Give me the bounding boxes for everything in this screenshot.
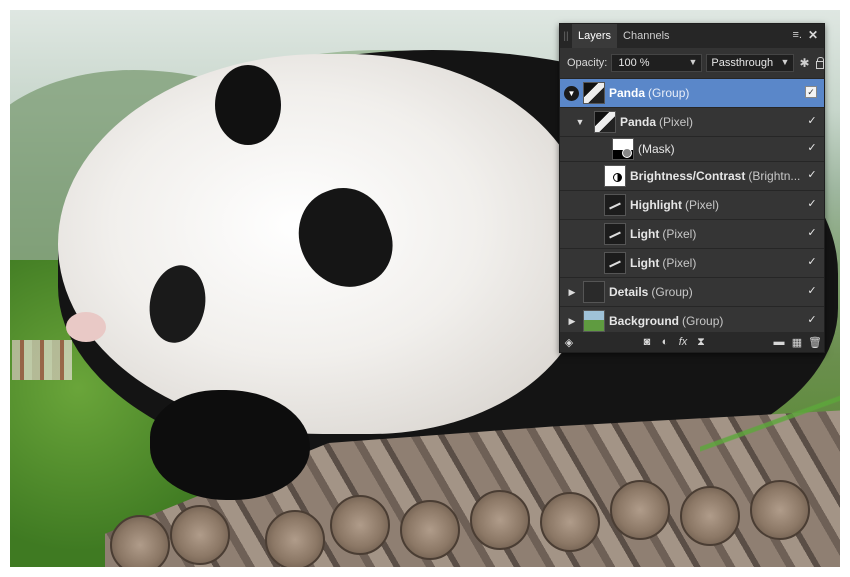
layers-stack-icon[interactable]: ◈ bbox=[560, 333, 578, 351]
layer-name: Panda bbox=[620, 115, 657, 129]
log-end bbox=[110, 515, 170, 567]
log-end bbox=[750, 480, 810, 540]
log-end bbox=[470, 490, 530, 550]
folder-icon[interactable]: ▬ bbox=[770, 333, 788, 351]
opacity-label: Opacity: bbox=[567, 57, 608, 69]
tab-channels[interactable]: Channels bbox=[617, 24, 675, 48]
grass-blade bbox=[700, 390, 840, 460]
layer-name: Light bbox=[630, 227, 660, 241]
log-end bbox=[400, 500, 460, 560]
panda-nose bbox=[66, 312, 106, 342]
opacity-row: Opacity: 100 % ▼ Passthrough ▼ ✱ bbox=[560, 48, 824, 79]
hourglass-icon[interactable]: ⧗ bbox=[692, 333, 710, 351]
drag-grip-icon[interactable]: || bbox=[560, 24, 572, 48]
visibility-checkbox[interactable]: ✓ bbox=[807, 315, 817, 326]
visibility-checkbox[interactable]: ✓ bbox=[807, 257, 817, 268]
layer-row-light[interactable]: Light (Pixel) ✓ bbox=[560, 220, 824, 249]
village-houses bbox=[12, 340, 72, 380]
fx-icon[interactable]: fx bbox=[674, 333, 692, 351]
adjustment-icon[interactable]: ◐ bbox=[656, 333, 674, 351]
layer-name: Details bbox=[609, 285, 649, 299]
layer-row-brightness-contrast[interactable]: Brightness/Contrast (Brightn... ✓ bbox=[560, 162, 824, 191]
layer-row-details-group[interactable]: ▶ Details (Group) ✓ bbox=[560, 278, 824, 307]
layer-type: (Pixel) bbox=[659, 115, 694, 129]
layers-panel: || Layers Channels ≡. ✕ Opacity: 100 % ▼… bbox=[559, 23, 825, 353]
layer-thumbnail bbox=[604, 194, 626, 216]
layer-type: (Group) bbox=[651, 285, 693, 299]
log-end bbox=[330, 495, 390, 555]
mask-icon[interactable]: ◙ bbox=[638, 333, 656, 351]
visibility-checkbox[interactable]: ✓ bbox=[807, 228, 817, 239]
layer-type: (Group) bbox=[682, 314, 724, 328]
chevron-right-icon[interactable]: ▶ bbox=[566, 287, 578, 298]
panel-header: || Layers Channels ≡. ✕ bbox=[560, 24, 824, 48]
layer-thumbnail bbox=[583, 281, 605, 303]
chevron-right-icon[interactable]: ▶ bbox=[566, 316, 578, 327]
log-end bbox=[540, 492, 600, 552]
layer-thumbnail bbox=[594, 111, 616, 133]
layer-thumbnail bbox=[604, 223, 626, 245]
blend-mode-select[interactable]: Passthrough ▼ bbox=[706, 54, 795, 72]
chevron-down-icon[interactable]: ▼ bbox=[574, 117, 586, 127]
visibility-checkbox[interactable]: ✓ bbox=[807, 116, 817, 127]
layer-row-highlight[interactable]: Highlight (Pixel) ✓ bbox=[560, 191, 824, 220]
visibility-checkbox[interactable]: ✓ bbox=[807, 143, 817, 154]
panel-footer: ◈ ◙ ◐ fx ⧗ ▬ ▦ 🗑 bbox=[560, 332, 824, 352]
layer-type: (Brightn... bbox=[748, 169, 801, 183]
visibility-checkbox[interactable]: ✓ bbox=[807, 170, 817, 181]
layer-name: Highlight bbox=[630, 198, 682, 212]
layer-row-mask[interactable]: (Mask) ✓ bbox=[560, 137, 824, 162]
layer-thumbnail bbox=[604, 165, 626, 187]
chevron-down-icon[interactable]: ▼ bbox=[688, 57, 697, 67]
opacity-value: 100 % bbox=[618, 57, 650, 69]
log-end bbox=[170, 505, 230, 565]
chevron-down-icon[interactable]: ▼ bbox=[781, 57, 790, 67]
lock-icon[interactable] bbox=[815, 57, 824, 69]
layer-name: Light bbox=[630, 256, 660, 270]
layer-row-panda-group[interactable]: ▼ Panda (Group) ✓ bbox=[560, 79, 824, 108]
layer-name: Background bbox=[609, 314, 680, 328]
layer-type: (Mask) bbox=[638, 142, 675, 156]
opacity-field[interactable]: 100 % ▼ bbox=[611, 54, 703, 72]
layer-type: (Pixel) bbox=[684, 198, 719, 212]
chevron-down-icon[interactable]: ▼ bbox=[564, 85, 579, 101]
log-end bbox=[265, 510, 325, 567]
layer-row-light[interactable]: Light (Pixel) ✓ bbox=[560, 249, 824, 278]
layer-name: Panda bbox=[609, 86, 646, 100]
layer-thumbnail bbox=[604, 252, 626, 274]
layer-thumbnail bbox=[612, 138, 634, 160]
visibility-checkbox[interactable]: ✓ bbox=[807, 286, 817, 297]
panda-ear bbox=[215, 65, 281, 145]
log-end bbox=[680, 486, 740, 546]
layer-type: (Pixel) bbox=[662, 256, 697, 270]
gear-icon[interactable]: ✱ bbox=[799, 56, 809, 70]
tab-layers[interactable]: Layers bbox=[572, 24, 618, 48]
log-end bbox=[610, 480, 670, 540]
layer-type: (Pixel) bbox=[662, 227, 697, 241]
layer-row-panda-pixel[interactable]: ▼ Panda (Pixel) ✓ bbox=[560, 108, 824, 137]
hamburger-menu-icon[interactable]: ≡. bbox=[793, 29, 802, 41]
trash-icon[interactable]: 🗑 bbox=[806, 333, 824, 351]
visibility-checkbox[interactable]: ✓ bbox=[807, 199, 817, 210]
panda-paw bbox=[150, 390, 310, 500]
visibility-checkbox[interactable]: ✓ bbox=[805, 86, 817, 98]
blend-mode-value: Passthrough bbox=[711, 57, 774, 69]
layer-thumbnail bbox=[583, 82, 605, 104]
layer-thumbnail bbox=[583, 310, 605, 332]
layer-type: (Group) bbox=[648, 86, 690, 100]
layer-name: Brightness/Contrast bbox=[630, 169, 746, 183]
add-layer-icon[interactable]: ▦ bbox=[788, 333, 806, 351]
close-icon[interactable]: ✕ bbox=[808, 28, 818, 42]
